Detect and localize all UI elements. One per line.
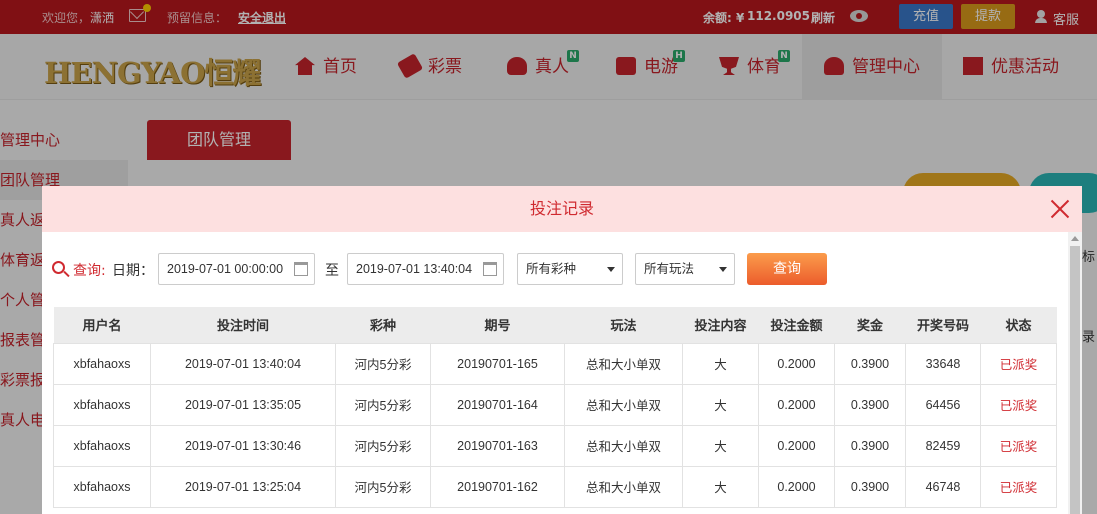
table-cell: xbfahaoxs bbox=[53, 465, 151, 508]
table-header-row: 用户名 投注时间 彩种 期号 玩法 投注内容 投注金额 奖金 开奖号码 状态 bbox=[53, 307, 1057, 343]
table-cell: 大 bbox=[682, 383, 759, 426]
table-cell: 总和大小单双 bbox=[564, 342, 683, 385]
table-cell: xbfahaoxs bbox=[53, 424, 151, 467]
table-cell: 0.2000 bbox=[758, 383, 835, 426]
table-row: xbfahaoxs 2019-07-01 13:30:46 河内5分彩 2019070… bbox=[53, 424, 1057, 467]
table-cell: 2019-07-01 13:25:04 bbox=[150, 465, 336, 508]
table-cell: 0.3900 bbox=[834, 383, 906, 426]
lottery-type-value: 所有彩种 bbox=[526, 261, 577, 276]
table-cell: 0.3900 bbox=[834, 424, 906, 467]
start-date-input[interactable]: 2019-07-01 00:00:00 bbox=[158, 253, 315, 285]
column-header: 期号 bbox=[430, 307, 565, 343]
modal-header: 投注记录 bbox=[42, 186, 1082, 232]
table-cell: 大 bbox=[682, 342, 759, 385]
start-date-value: 2019-07-01 00:00:00 bbox=[167, 262, 284, 276]
column-header: 奖金 bbox=[834, 307, 906, 343]
bet-records-modal: 投注记录 查询: 日期： 2019-07-01 00:00:00 至 2019-… bbox=[42, 186, 1082, 514]
table-row: xbfahaoxs 2019-07-01 13:40:04 河内5分彩 2019070… bbox=[53, 342, 1057, 385]
table-cell: 20190701-165 bbox=[430, 342, 565, 385]
table-cell: 46748 bbox=[905, 465, 981, 508]
table-cell: 河内5分彩 bbox=[335, 342, 431, 385]
table-cell: 20190701-164 bbox=[430, 383, 565, 426]
table-cell: 64456 bbox=[905, 383, 981, 426]
column-header: 开奖号码 bbox=[905, 307, 981, 343]
column-header: 玩法 bbox=[564, 307, 683, 343]
table-cell: 大 bbox=[682, 465, 759, 508]
query-label: 查询: bbox=[73, 263, 106, 279]
scrollbar[interactable] bbox=[1068, 232, 1082, 514]
modal-title: 投注记录 bbox=[529, 199, 594, 218]
table-cell: 2019-07-01 13:30:46 bbox=[150, 424, 336, 467]
play-type-select[interactable]: 所有玩法 bbox=[635, 253, 735, 285]
date-separator: 至 bbox=[325, 263, 339, 279]
lottery-type-select[interactable]: 所有彩种 bbox=[517, 253, 623, 285]
table-cell: 大 bbox=[682, 424, 759, 467]
column-header: 彩种 bbox=[335, 307, 431, 343]
scrollbar-thumb[interactable] bbox=[1070, 246, 1080, 514]
status-cell: 已派奖 bbox=[980, 342, 1057, 385]
status-cell: 已派奖 bbox=[980, 424, 1057, 467]
table-cell: 总和大小单双 bbox=[564, 383, 683, 426]
table-cell: 33648 bbox=[905, 342, 981, 385]
table-cell: 0.2000 bbox=[758, 342, 835, 385]
table-cell: 河内5分彩 bbox=[335, 424, 431, 467]
table-body: xbfahaoxs 2019-07-01 13:40:04 河内5分彩 2019070… bbox=[53, 342, 1057, 508]
column-header: 投注金额 bbox=[758, 307, 835, 343]
table-cell: xbfahaoxs bbox=[53, 383, 151, 426]
table-row: xbfahaoxs 2019-07-01 13:35:05 河内5分彩 2019070… bbox=[53, 383, 1057, 426]
calendar-icon[interactable] bbox=[483, 262, 497, 276]
column-header: 投注时间 bbox=[150, 307, 336, 343]
scroll-up-icon[interactable] bbox=[1071, 236, 1079, 241]
table-cell: 20190701-163 bbox=[430, 424, 565, 467]
table-cell: 0.2000 bbox=[758, 424, 835, 467]
status-cell: 已派奖 bbox=[980, 383, 1057, 426]
chevron-down-icon bbox=[607, 267, 615, 272]
table-cell: 河内5分彩 bbox=[335, 465, 431, 508]
date-label: 日期： bbox=[112, 263, 154, 279]
table-cell: 0.3900 bbox=[834, 465, 906, 508]
table-cell: 2019-07-01 13:40:04 bbox=[150, 342, 336, 385]
table-cell: 2019-07-01 13:35:05 bbox=[150, 383, 336, 426]
table-cell: 总和大小单双 bbox=[564, 424, 683, 467]
calendar-icon[interactable] bbox=[294, 262, 308, 276]
table-cell: 82459 bbox=[905, 424, 981, 467]
close-icon[interactable] bbox=[1050, 199, 1070, 219]
column-header: 投注内容 bbox=[682, 307, 759, 343]
table-cell: 总和大小单双 bbox=[564, 465, 683, 508]
column-header: 状态 bbox=[980, 307, 1057, 343]
column-header: 用户名 bbox=[53, 307, 151, 343]
status-cell: 已派奖 bbox=[980, 465, 1057, 508]
table-cell: 河内5分彩 bbox=[335, 383, 431, 426]
table-cell: 0.2000 bbox=[758, 465, 835, 508]
query-button[interactable]: 查询 bbox=[747, 253, 827, 285]
end-date-value: 2019-07-01 13:40:04 bbox=[356, 262, 473, 276]
search-icon bbox=[52, 261, 65, 274]
chevron-down-icon bbox=[719, 267, 727, 272]
end-date-input[interactable]: 2019-07-01 13:40:04 bbox=[347, 253, 504, 285]
table-cell: 0.3900 bbox=[834, 342, 906, 385]
table-cell: 20190701-162 bbox=[430, 465, 565, 508]
table-cell: xbfahaoxs bbox=[53, 342, 151, 385]
play-type-value: 所有玩法 bbox=[644, 261, 695, 276]
bet-records-table: 用户名 投注时间 彩种 期号 玩法 投注内容 投注金额 奖金 开奖号码 状态 xbfahaoxs 2… bbox=[53, 307, 1057, 508]
query-bar: 查询: 日期： 2019-07-01 00:00:00 至 2019-07-01… bbox=[42, 253, 1072, 285]
table-row: xbfahaoxs 2019-07-01 13:25:04 河内5分彩 2019070… bbox=[53, 465, 1057, 508]
